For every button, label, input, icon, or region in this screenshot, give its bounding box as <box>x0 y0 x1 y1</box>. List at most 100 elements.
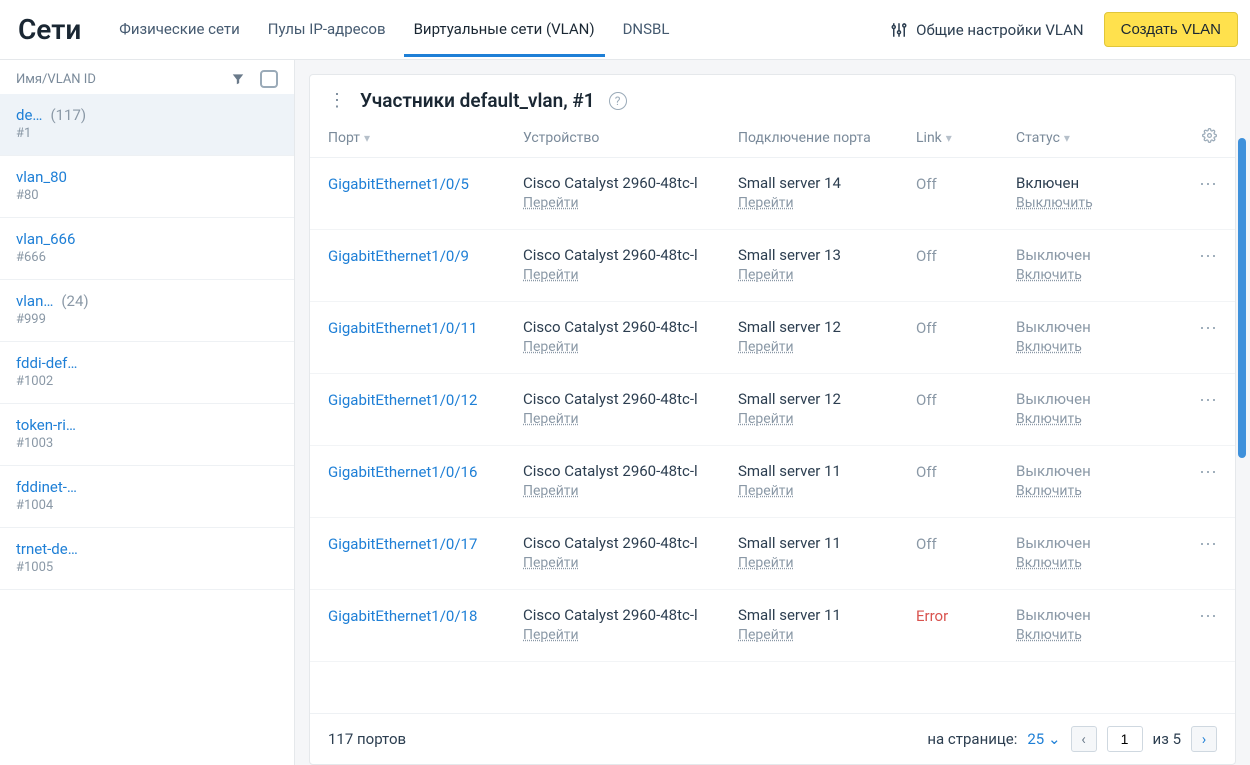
sidebar-item[interactable]: token-ri…#1003 <box>0 404 294 466</box>
sidebar-item[interactable]: vlan…(24)#999 <box>0 280 294 342</box>
device-goto-link[interactable]: Перейти <box>523 267 579 283</box>
col-status[interactable]: Статус▾ <box>1016 130 1136 146</box>
filter-icon: ▾ <box>364 131 370 145</box>
sidebar-item-id: #1005 <box>16 560 278 575</box>
port-link[interactable]: GigabitEthernet1/0/18 <box>328 607 477 625</box>
link-state: Off <box>916 319 937 337</box>
link-state: Off <box>916 247 937 265</box>
port-link[interactable]: GigabitEthernet1/0/16 <box>328 463 477 481</box>
status-action-link[interactable]: Включить <box>1016 411 1082 427</box>
more-menu-icon[interactable]: ⋮ <box>328 90 346 111</box>
sidebar: Имя/VLAN ID de…(117)#1vlan_80#80vlan_666… <box>0 60 295 765</box>
connection-goto-link[interactable]: Перейти <box>738 627 794 643</box>
content: ⋮ Участники default_vlan, #1 ? Порт▾ Уст… <box>295 60 1250 765</box>
connection-goto-link[interactable]: Перейти <box>738 555 794 571</box>
sidebar-item-count: (24) <box>61 292 88 310</box>
row-menu-icon[interactable]: ⋯ <box>1136 534 1217 555</box>
tab-3[interactable]: DNSBL <box>613 2 680 57</box>
status-action-link[interactable]: Включить <box>1016 483 1082 499</box>
device-name: Cisco Catalyst 2960-48tc-l <box>523 174 738 192</box>
port-link[interactable]: GigabitEthernet1/0/9 <box>328 247 469 265</box>
device-goto-link[interactable]: Перейти <box>523 627 579 643</box>
status-action-link[interactable]: Включить <box>1016 555 1082 571</box>
sidebar-item-name: trnet-de… <box>16 540 78 558</box>
port-link[interactable]: GigabitEthernet1/0/17 <box>328 535 477 553</box>
select-all-checkbox[interactable] <box>260 70 278 88</box>
connection-goto-link[interactable]: Перейти <box>738 267 794 283</box>
filter-icon[interactable] <box>230 72 246 86</box>
device-name: Cisco Catalyst 2960-48tc-l <box>523 534 738 552</box>
col-device[interactable]: Устройство <box>523 130 738 146</box>
port-link[interactable]: GigabitEthernet1/0/12 <box>328 391 477 409</box>
prev-page-button[interactable]: ‹ <box>1071 726 1097 752</box>
device-name: Cisco Catalyst 2960-48tc-l <box>523 246 738 264</box>
connection-goto-link[interactable]: Перейти <box>738 195 794 211</box>
device-goto-link[interactable]: Перейти <box>523 483 579 499</box>
next-page-button[interactable]: › <box>1191 726 1217 752</box>
create-vlan-button[interactable]: Создать VLAN <box>1104 12 1238 47</box>
connection-goto-link[interactable]: Перейти <box>738 339 794 355</box>
status-action-link[interactable]: Включить <box>1016 267 1082 283</box>
row-menu-icon[interactable]: ⋯ <box>1136 246 1217 267</box>
table-footer: 117 портов на странице: 25 ⌄ ‹ из 5 › <box>310 713 1235 764</box>
sidebar-item-id: #1002 <box>16 374 278 389</box>
sidebar-header: Имя/VLAN ID <box>0 60 294 94</box>
device-goto-link[interactable]: Перейти <box>523 339 579 355</box>
sidebar-item[interactable]: trnet-de… #1005 <box>0 528 294 590</box>
device-goto-link[interactable]: Перейти <box>523 195 579 211</box>
of-pages: из 5 <box>1153 730 1181 748</box>
connection-goto-link[interactable]: Перейти <box>738 483 794 499</box>
sidebar-item[interactable]: fddi-def…#1002 <box>0 342 294 404</box>
page-header: Сети Физические сетиПулы IP-адресовВирту… <box>0 0 1250 60</box>
vlan-settings-label: Общие настройки VLAN <box>916 21 1084 39</box>
status-action-link[interactable]: Включить <box>1016 627 1082 643</box>
sidebar-item[interactable]: de…(117)#1 <box>0 94 294 156</box>
connection-name: Small server 11 <box>738 606 916 624</box>
port-link[interactable]: GigabitEthernet1/0/11 <box>328 319 477 337</box>
connection-goto-link[interactable]: Перейти <box>738 411 794 427</box>
sliders-icon <box>890 21 908 39</box>
table-body: GigabitEthernet1/0/5 Cisco Catalyst 2960-… <box>310 158 1235 713</box>
table-row: GigabitEthernet1/0/16Cisco Catalyst 2960… <box>310 446 1235 518</box>
total-count: 117 портов <box>328 730 406 748</box>
help-icon[interactable]: ? <box>609 92 627 110</box>
sidebar-item[interactable]: vlan_666#666 <box>0 218 294 280</box>
col-connection[interactable]: Подключение порта <box>738 130 916 146</box>
col-port[interactable]: Порт▾ <box>328 130 523 146</box>
row-menu-icon[interactable]: ⋯ <box>1136 606 1217 627</box>
port-link[interactable]: GigabitEthernet1/0/5 <box>328 175 469 193</box>
link-state: Off <box>916 175 937 193</box>
col-link[interactable]: Link▾ <box>916 130 1016 146</box>
tab-1[interactable]: Пулы IP-адресов <box>258 2 396 57</box>
table-header: Порт▾ Устройство Подключение порта Link▾… <box>310 122 1235 158</box>
per-page-value[interactable]: 25 ⌄ <box>1027 730 1060 748</box>
vlan-settings-link[interactable]: Общие настройки VLAN <box>890 21 1084 39</box>
per-page-label: на странице: <box>927 730 1017 748</box>
page-input[interactable] <box>1107 726 1143 752</box>
sidebar-item[interactable]: vlan_80#80 <box>0 156 294 218</box>
status-label: Выключен <box>1016 246 1136 264</box>
scrollbar-thumb[interactable] <box>1238 138 1246 458</box>
row-menu-icon[interactable]: ⋯ <box>1136 174 1217 195</box>
sidebar-item-id: #1003 <box>16 436 278 451</box>
device-name: Cisco Catalyst 2960-48tc-l <box>523 318 738 336</box>
status-action-link[interactable]: Выключить <box>1016 195 1093 211</box>
link-state: Off <box>916 391 937 409</box>
tab-0[interactable]: Физические сети <box>109 2 250 57</box>
status-action-link[interactable]: Включить <box>1016 339 1082 355</box>
status-label: Выключен <box>1016 390 1136 408</box>
status-label: Выключен <box>1016 318 1136 336</box>
tab-2[interactable]: Виртуальные сети (VLAN) <box>404 2 605 57</box>
device-goto-link[interactable]: Перейти <box>523 411 579 427</box>
row-menu-icon[interactable]: ⋯ <box>1136 390 1217 411</box>
sidebar-item-name: vlan… <box>16 292 53 310</box>
sidebar-item[interactable]: fddinet-…#1004 <box>0 466 294 528</box>
device-goto-link[interactable]: Перейти <box>523 555 579 571</box>
sidebar-item-id: #80 <box>16 188 278 203</box>
device-name: Cisco Catalyst 2960-48tc-l <box>523 606 738 624</box>
row-menu-icon[interactable]: ⋯ <box>1136 318 1217 339</box>
table-settings-icon[interactable] <box>1136 128 1217 147</box>
row-menu-icon[interactable]: ⋯ <box>1136 462 1217 483</box>
table-row: GigabitEthernet1/0/17 Cisco Catalyst 2960… <box>310 518 1235 590</box>
content-card: ⋮ Участники default_vlan, #1 ? Порт▾ Уст… <box>309 74 1236 765</box>
